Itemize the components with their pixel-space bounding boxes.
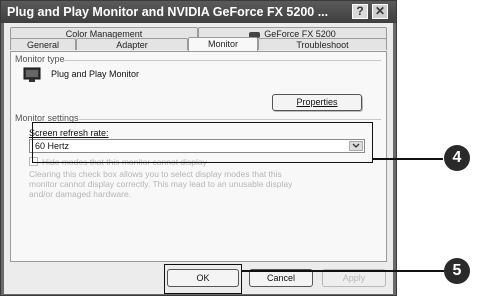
close-icon: ✕	[374, 4, 386, 18]
monitor-icon	[23, 67, 41, 83]
properties-button[interactable]: Properties	[272, 94, 362, 111]
apply-button-label: Apply	[342, 273, 366, 283]
hint-line: and/or damaged hardware.	[29, 189, 132, 199]
help-button[interactable]: ?	[352, 4, 368, 19]
tab-general[interactable]: General	[10, 38, 76, 50]
callout-leader-line	[242, 270, 444, 272]
monitor-type-group-label: Monitor type	[15, 54, 65, 64]
group-divider	[79, 119, 381, 120]
screenshot-canvas: Plug and Play Monitor and NVIDIA GeForce…	[0, 0, 481, 296]
hint-text: Clearing this check box allows you to se…	[29, 169, 292, 199]
tab-label: Monitor	[207, 39, 238, 49]
step-number: 4	[452, 149, 462, 166]
tab-adapter[interactable]: Adapter	[76, 38, 188, 50]
tab-troubleshoot[interactable]: Troubleshoot	[258, 38, 387, 50]
tab-monitor[interactable]: Monitor	[188, 37, 258, 51]
step-callout: 4	[444, 145, 470, 171]
cancel-button-label: Cancel	[266, 273, 295, 283]
tab-label: Adapter	[116, 40, 148, 50]
tab-label: Troubleshoot	[296, 40, 349, 50]
title-bar: Plug and Play Monitor and NVIDIA GeForce…	[1, 1, 396, 23]
apply-button[interactable]: Apply	[322, 269, 386, 287]
close-button[interactable]: ✕	[372, 4, 388, 19]
window-title: Plug and Play Monitor and NVIDIA GeForce…	[7, 5, 329, 19]
step-callout: 5	[444, 258, 470, 284]
help-icon: ?	[356, 4, 364, 18]
step-number: 5	[452, 262, 462, 279]
properties-button-label: Properties	[296, 97, 338, 107]
group-divider	[63, 60, 381, 61]
ok-highlight-box	[164, 264, 242, 294]
hint-line: monitor cannot display correctly. This m…	[29, 179, 293, 189]
hint-line: Clearing this check box allows you to se…	[29, 169, 282, 179]
monitor-name: Plug and Play Monitor	[51, 69, 140, 79]
cancel-button[interactable]: Cancel	[249, 269, 313, 287]
callout-leader-line	[373, 158, 443, 160]
tab-label: General	[26, 40, 60, 50]
refresh-rate-highlight-box	[32, 122, 373, 163]
